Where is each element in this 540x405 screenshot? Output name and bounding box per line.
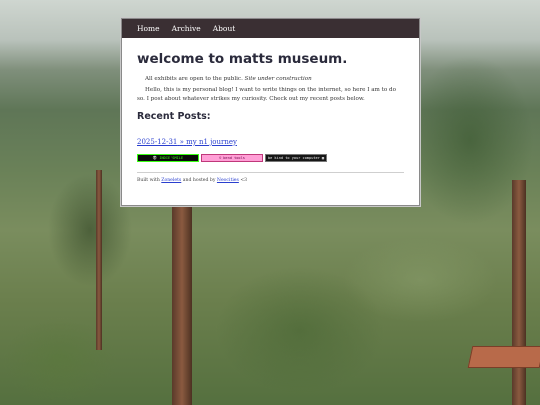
divider <box>137 172 404 173</box>
zipline-platform <box>467 346 540 368</box>
badge-label: be kind to your computer <box>267 156 320 160</box>
post-title: my n1 journey <box>186 138 237 146</box>
footer-built-with: Built with <box>137 178 160 183</box>
intro-line-1: All exhibits are open to the public. Sit… <box>137 75 404 84</box>
construction-note: Site under construction <box>244 76 312 82</box>
tree-trunk <box>512 180 526 405</box>
footer-heart: <3 <box>240 178 248 183</box>
post-date: 2025-12-31 <box>137 138 178 146</box>
badge-label: bend tools <box>223 156 245 160</box>
tree-trunk <box>172 200 192 405</box>
indie-badge[interactable]: 👽 INDIE'SMILE <box>137 154 199 162</box>
post-separator: » <box>179 138 184 146</box>
footer-hosted-by: and hosted by <box>182 178 216 183</box>
intro-text: All exhibits are open to the public. <box>145 76 243 82</box>
intro-line-2: Hello, this is my personal blog! I want … <box>137 87 396 102</box>
tools-badge[interactable]: ☺ bend tools <box>201 154 263 162</box>
badge-row: 👽 INDIE'SMILE ☺ bend tools be kind to yo… <box>137 154 404 162</box>
footer: Built with Zonelets and hosted by Neocit… <box>137 178 404 183</box>
blog-window: Home Archive About welcome to matts muse… <box>121 18 420 206</box>
kind-computer-badge[interactable]: be kind to your computer ▣ <box>265 154 327 162</box>
neocities-link[interactable]: Neocities <box>217 178 239 183</box>
nav-about-link[interactable]: About <box>213 24 236 33</box>
main-content: welcome to matts museum. All exhibits ar… <box>122 38 419 183</box>
nav-home-link[interactable]: Home <box>137 24 160 33</box>
tree-trunk <box>96 170 102 350</box>
nav-archive-link[interactable]: Archive <box>172 24 201 33</box>
badge-label: INDIE'SMILE <box>159 156 184 160</box>
face-icon: ☺ <box>219 156 222 160</box>
zonelets-link[interactable]: Zonelets <box>161 178 181 183</box>
page-title: welcome to matts museum. <box>137 51 348 67</box>
recent-posts-heading: Recent Posts: <box>137 111 211 122</box>
navbar: Home Archive About <box>122 19 419 38</box>
computer-icon: ▣ <box>321 156 325 160</box>
alien-icon: 👽 <box>152 156 158 160</box>
post-link[interactable]: 2025-12-31 » my n1 journey <box>137 138 237 146</box>
